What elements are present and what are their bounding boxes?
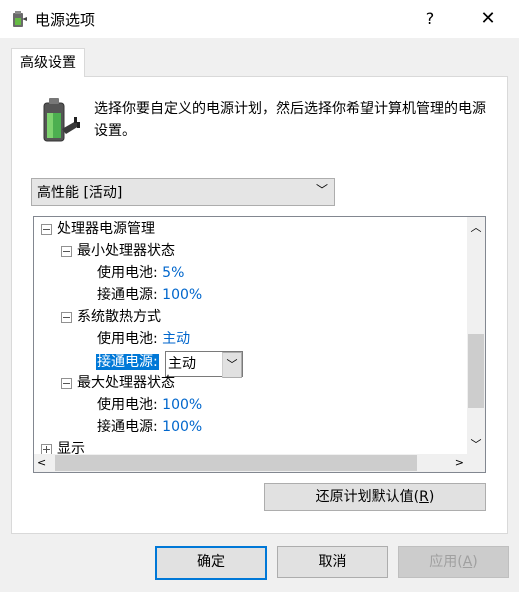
scroll-thumb[interactable] (468, 334, 484, 408)
scroll-down-icon[interactable]: ﹀ (467, 436, 485, 452)
button-label-suffix: ) (428, 489, 435, 505)
tree-node-label: 系统散热方式 (77, 309, 161, 325)
settings-panel: 选择你要自定义的电源计划，然后选择你希望计算机管理的电源设置。 高性能 [活动]… (11, 76, 508, 534)
horizontal-scrollbar[interactable]: < > (34, 454, 467, 472)
cancel-button[interactable]: 取消 (277, 546, 388, 578)
tree-node-max-state[interactable]: 最大处理器状态 (58, 372, 175, 394)
accelerator-key: R (419, 489, 429, 505)
tree-leaf-cooling-ac[interactable]: 接通电源: (96, 351, 159, 373)
tree-node-label: 最大处理器状态 (77, 375, 175, 391)
power-plan-value: 高性能 [活动] (37, 185, 123, 201)
close-button[interactable]: ✕ (470, 6, 506, 32)
chevron-down-icon: ﹀ (315, 183, 328, 197)
tree-node-processor[interactable]: 处理器电源管理 (38, 218, 155, 240)
collapse-icon[interactable] (61, 246, 72, 257)
tree-node-cooling[interactable]: 系统散热方式 (58, 306, 161, 328)
setting-value[interactable]: 100% (162, 287, 202, 303)
setting-value[interactable]: 100% (162, 419, 202, 435)
tree-node-min-state[interactable]: 最小处理器状态 (58, 240, 175, 262)
collapse-icon[interactable] (41, 224, 52, 235)
setting-label: 使用电池: (97, 331, 158, 347)
cooling-policy-combobox[interactable]: 主动 ﹀ (165, 351, 243, 378)
apply-button[interactable]: 应用(A) (398, 546, 509, 578)
setting-value[interactable]: 5% (162, 265, 184, 281)
scroll-up-icon[interactable]: ︿ (467, 219, 485, 235)
tree-leaf-cooling-battery[interactable]: 使用电池: 主动 (97, 328, 190, 350)
setting-label-selected: 接通电源: (96, 354, 159, 370)
accelerator-key: A (462, 554, 473, 570)
power-plan-select[interactable]: 高性能 [活动] ﹀ (31, 178, 335, 206)
setting-label: 使用电池: (97, 265, 158, 281)
window-title: 电源选项 (35, 11, 96, 29)
setting-label: 使用电池: (97, 397, 158, 413)
tree-leaf-max-ac[interactable]: 接通电源: 100% (97, 416, 202, 438)
scrollbar-corner (467, 454, 485, 472)
scroll-thumb[interactable] (55, 455, 417, 471)
scroll-left-icon[interactable]: < (37, 454, 46, 472)
tree-node-label: 处理器电源管理 (57, 221, 155, 237)
setting-value[interactable]: 主动 (162, 331, 190, 347)
collapse-icon[interactable] (61, 378, 72, 389)
button-label-suffix: ) (472, 554, 478, 570)
collapse-icon[interactable] (61, 312, 72, 323)
tree-leaf-min-ac[interactable]: 接通电源: 100% (97, 284, 202, 306)
restore-defaults-button[interactable]: 还原计划默认值(R) (264, 483, 486, 511)
battery-plug-icon (43, 98, 80, 142)
ok-button[interactable]: 确定 (155, 546, 267, 580)
chevron-down-icon[interactable]: ﹀ (222, 352, 242, 378)
setting-label: 接通电源: (97, 287, 158, 303)
title-bar: 电源选项 ? ✕ (0, 0, 519, 38)
vertical-scrollbar[interactable]: ︿ ﹀ (467, 217, 485, 454)
power-options-icon (13, 11, 27, 27)
button-label: 应用( (429, 554, 463, 570)
tab-advanced-settings[interactable]: 高级设置 (11, 48, 85, 77)
tree-leaf-min-battery[interactable]: 使用电池: 5% (97, 262, 184, 284)
button-label: 还原计划默认值( (315, 489, 420, 505)
tree-leaf-max-battery[interactable]: 使用电池: 100% (97, 394, 202, 416)
setting-value[interactable]: 100% (162, 397, 202, 413)
setting-label: 接通电源: (97, 419, 158, 435)
settings-tree[interactable]: 处理器电源管理 最小处理器状态 使用电池: 5% 接通电源: 100% 系统散热… (33, 216, 486, 473)
scroll-right-icon[interactable]: > (455, 454, 464, 472)
tree-node-label: 最小处理器状态 (77, 243, 175, 259)
description-text: 选择你要自定义的电源计划，然后选择你希望计算机管理的电源设置。 (94, 101, 486, 139)
help-button[interactable]: ? (412, 6, 448, 32)
